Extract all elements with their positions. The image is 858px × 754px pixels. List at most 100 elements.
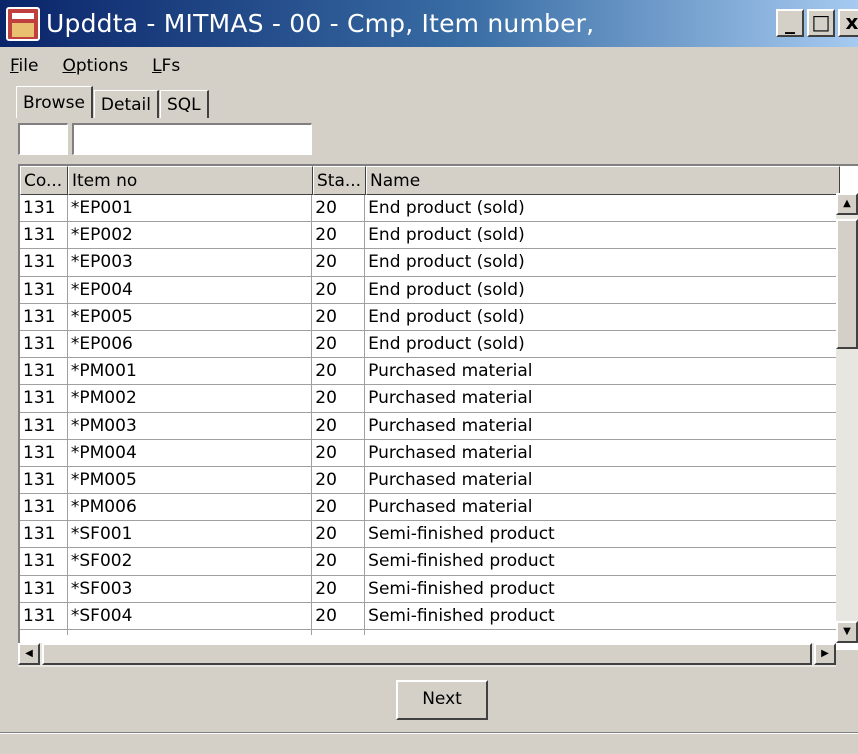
cell-item-no: *PM003 <box>67 412 313 440</box>
table-row[interactable]: 131 *SF003 20 Semi-finished product <box>20 575 838 603</box>
cell-item-no: *PM005 <box>67 466 313 495</box>
cell-company: 131 <box>20 249 68 277</box>
table-row[interactable]: 131*SF00520Semi-finished product <box>20 630 838 635</box>
title-bar[interactable]: Upddta - MITMAS - 00 - Cmp, Item number,… <box>0 0 858 47</box>
cell-name: End product (sold) <box>365 276 838 304</box>
cell-status: 20 <box>312 358 366 386</box>
cell-item-no: *SF004 <box>67 602 313 630</box>
horizontal-scrollbar[interactable]: ◀ ▶ <box>18 643 836 667</box>
cell-company: 131 <box>20 385 68 413</box>
window-title: Upddta - MITMAS - 00 - Cmp, Item number, <box>46 9 595 38</box>
cell-item-no: *EP006 <box>67 330 313 359</box>
cell-name: Purchased material <box>365 466 838 495</box>
cell-name: Semi-finished product <box>365 630 838 635</box>
table-row[interactable]: 131 *EP005 20 End product (sold) <box>20 303 838 331</box>
tab-sql[interactable]: SQL <box>160 90 209 118</box>
cell-company: 131 <box>20 330 68 359</box>
table-row[interactable]: 131 *EP002 20 End product (sold) <box>20 222 838 250</box>
table-row[interactable]: 131 *SF002 20 Semi-finished product <box>20 548 838 576</box>
table-row[interactable]: 131 *EP006 20 End product (sold) <box>20 330 838 359</box>
cell-name: Semi-finished product <box>365 602 838 630</box>
table-row[interactable]: 131 *PM005 20 Purchased material <box>20 466 838 495</box>
table-row[interactable]: 131 *EP001 20 End product (sold) <box>20 195 838 223</box>
data-table: Co... Item no Sta... Name 131 *EP001 20 End… <box>18 164 858 650</box>
cell-status: 20 <box>312 303 366 331</box>
maximize-button[interactable]: □ <box>807 9 835 37</box>
table-row[interactable]: 131 *PM003 20 Purchased material <box>20 412 838 440</box>
cell-item-no: *EP003 <box>67 249 313 277</box>
cell-name: End product (sold) <box>365 249 838 277</box>
cell-item-no: *SF005 <box>68 630 313 635</box>
minimize-button[interactable]: _ <box>776 9 804 37</box>
table-row[interactable]: 131 *PM006 20 Purchased material <box>20 494 838 522</box>
tab-browse[interactable]: Browse <box>16 86 93 118</box>
cell-item-no: *SF003 <box>67 575 313 603</box>
cell-name: Purchased material <box>365 412 838 440</box>
table-body: 131 *EP001 20 End product (sold) 131 *EP002 20… <box>20 195 838 635</box>
menu-lfs[interactable]: LFs <box>138 56 190 76</box>
cell-company: 131 <box>20 358 68 386</box>
column-header-company[interactable]: Co... <box>20 166 68 195</box>
cell-status: 20 <box>312 466 366 495</box>
window-controls: _ □ x <box>776 9 858 37</box>
scroll-up-button[interactable]: ▲ <box>836 193 858 215</box>
app-icon[interactable] <box>6 6 40 41</box>
close-button[interactable]: x <box>838 9 858 37</box>
cell-company: 131 <box>20 466 68 495</box>
table-row[interactable]: 131 *PM002 20 Purchased material <box>20 385 838 413</box>
table-row[interactable]: 131 *PM004 20 Purchased material <box>20 439 838 467</box>
cell-name: Semi-finished product <box>365 521 838 549</box>
cell-status: 20 <box>312 249 366 277</box>
cell-status: 20 <box>312 276 366 304</box>
table-row[interactable]: 131 *PM001 20 Purchased material <box>20 358 838 386</box>
cell-name: Purchased material <box>365 494 838 522</box>
cell-company: 131 <box>20 222 68 250</box>
scroll-right-button[interactable]: ▶ <box>814 643 836 665</box>
cell-item-no: *PM006 <box>67 494 313 522</box>
cell-company: 131 <box>20 303 68 331</box>
cell-company: 131 <box>20 276 68 304</box>
cell-company: 131 <box>20 630 68 635</box>
cell-status: 20 <box>312 330 366 359</box>
status-separator <box>0 732 858 734</box>
cell-status: 20 <box>312 385 366 413</box>
cell-status: 20 <box>312 439 366 467</box>
table-row[interactable]: 131 *SF001 20 Semi-finished product <box>20 521 838 549</box>
table-header: Co... Item no Sta... Name <box>20 166 840 195</box>
horizontal-scroll-thumb[interactable] <box>42 643 812 665</box>
cell-item-no: *SF001 <box>67 521 313 549</box>
cell-company: 131 <box>20 494 68 522</box>
scroll-down-button[interactable]: ▼ <box>836 621 858 643</box>
menu-file[interactable]: File <box>0 56 48 76</box>
table-row[interactable]: 131 *SF004 20 Semi-finished product <box>20 602 838 630</box>
cell-name: Purchased material <box>365 439 838 467</box>
vertical-scroll-thumb[interactable] <box>836 219 858 349</box>
cell-status: 20 <box>312 195 366 223</box>
column-header-status[interactable]: Sta... <box>313 166 366 195</box>
next-button[interactable]: Next <box>396 680 488 720</box>
tab-detail[interactable]: Detail <box>93 90 159 118</box>
cell-name: Semi-finished product <box>365 575 838 603</box>
table-row[interactable]: 131 *EP003 20 End product (sold) <box>20 249 838 277</box>
cell-name: End product (sold) <box>365 330 838 359</box>
cell-item-no: *EP005 <box>67 303 313 331</box>
vertical-scrollbar[interactable]: ▲ ▼ <box>836 193 858 643</box>
cell-status: 20 <box>312 521 366 549</box>
menu-options[interactable]: Options <box>48 56 138 76</box>
company-filter-input[interactable] <box>18 123 68 155</box>
cell-name: Semi-finished product <box>365 548 838 576</box>
column-header-item-no[interactable]: Item no <box>68 166 313 195</box>
cell-name: Purchased material <box>365 358 838 386</box>
cell-item-no: *EP001 <box>67 195 313 223</box>
cell-name: End product (sold) <box>365 195 838 223</box>
table-row[interactable]: 131 *EP004 20 End product (sold) <box>20 276 838 304</box>
cell-company: 131 <box>20 195 68 223</box>
cell-item-no: *PM002 <box>67 385 313 413</box>
scroll-left-button[interactable]: ◀ <box>18 643 40 665</box>
menu-bar: File Options LFs <box>0 48 190 84</box>
app-window: Upddta - MITMAS - 00 - Cmp, Item number,… <box>0 0 858 754</box>
item-filter-input[interactable] <box>72 123 312 155</box>
column-header-name[interactable]: Name <box>366 166 840 195</box>
cell-status: 20 <box>312 602 366 630</box>
cell-name: End product (sold) <box>365 222 838 250</box>
